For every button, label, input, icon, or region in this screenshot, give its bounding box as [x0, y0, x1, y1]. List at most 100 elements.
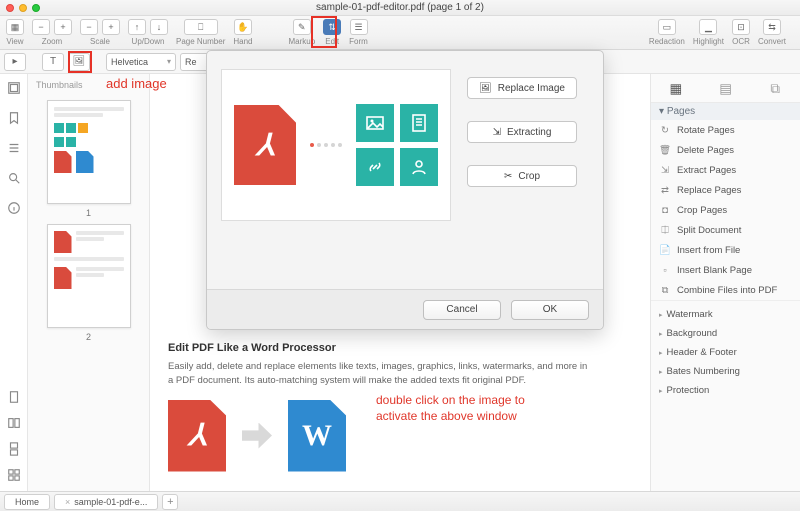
tool-zoom[interactable]: −+ Zoom: [32, 18, 72, 46]
crop-icon: ◘: [659, 204, 671, 216]
bookmarks-icon[interactable]: [6, 110, 22, 126]
tool-highlight[interactable]: ▁ Highlight: [693, 18, 724, 46]
cancel-button[interactable]: Cancel: [423, 300, 501, 320]
view-icon[interactable]: ▦: [6, 19, 24, 35]
hand-icon[interactable]: ✋: [234, 19, 252, 35]
preview-target-grid: [356, 104, 438, 186]
add-image-icon[interactable]: 🖼: [68, 53, 90, 71]
rp-rotate-pages[interactable]: ↻Rotate Pages: [651, 120, 800, 140]
search-icon[interactable]: [6, 170, 22, 186]
highlight-icon[interactable]: ▁: [699, 19, 717, 35]
rp-extract-pages[interactable]: ⇲Extract Pages: [651, 160, 800, 180]
zoom-in-icon[interactable]: +: [54, 19, 72, 35]
markup-icon[interactable]: ✎: [293, 19, 311, 35]
rp-header-footer[interactable]: Header & Footer: [651, 343, 800, 362]
scale-up-icon[interactable]: +: [102, 19, 120, 35]
rp-extras-list: Watermark Background Header & Footer Bat…: [651, 300, 800, 404]
outline-icon[interactable]: [6, 140, 22, 156]
maximize-window-icon[interactable]: [32, 4, 40, 12]
tool-updown[interactable]: ↑↓ Up/Down: [128, 18, 168, 46]
rp-watermark[interactable]: Watermark: [651, 305, 800, 324]
font-name: Helvetica: [111, 57, 148, 67]
add-tab-button[interactable]: +: [162, 494, 178, 510]
pdf-icon[interactable]: ⅄: [168, 400, 226, 472]
rp-delete-pages[interactable]: 🗑Delete Pages: [651, 140, 800, 160]
combine-icon: ⧉: [659, 284, 671, 296]
page-up-icon[interactable]: ↑: [128, 19, 146, 35]
contact-icon: [400, 148, 438, 186]
text-file-icon: [400, 104, 438, 142]
main-toolbar: ▦ View −+ Zoom −+ Scale ↑↓ Up/Down ⎕ Pag…: [0, 16, 800, 50]
tool-ocr[interactable]: ⊡ OCR: [732, 18, 750, 46]
traffic-lights: [6, 4, 40, 12]
rp-protection[interactable]: Protection: [651, 381, 800, 400]
rp-replace-pages[interactable]: ⇄Replace Pages: [651, 180, 800, 200]
tool-form[interactable]: ☰ Form: [349, 18, 368, 46]
convert-icon[interactable]: ⇆: [763, 19, 781, 35]
single-page-icon[interactable]: [6, 389, 22, 405]
rp-tab-pages-icon[interactable]: ▦: [666, 80, 686, 98]
progress-dots-icon: [310, 143, 342, 147]
grid-view-icon[interactable]: [6, 467, 22, 483]
tool-view[interactable]: ▦ View: [6, 18, 24, 46]
tool-markup[interactable]: ✎ Markup: [288, 18, 315, 46]
rp-background[interactable]: Background: [651, 324, 800, 343]
text-edit-icon[interactable]: T: [42, 53, 64, 71]
right-panel-tabs: ▦ ▤ ⧉: [651, 74, 800, 103]
split-icon: ⎅: [659, 224, 671, 236]
rp-split-document[interactable]: ⎅Split Document: [651, 220, 800, 240]
continuous-icon[interactable]: [6, 441, 22, 457]
ok-button[interactable]: OK: [511, 300, 589, 320]
thumbnails-panel: Thumbnails 1 2: [28, 74, 150, 491]
annotation-dblclick-l1: double click on the image to: [376, 392, 525, 409]
crop-button[interactable]: ✂Crop: [467, 165, 577, 187]
tab-home[interactable]: Home: [4, 494, 50, 510]
window-title: sample-01-pdf-editor.pdf (page 1 of 2): [316, 2, 484, 13]
rp-insert-from-file[interactable]: 📄Insert from File: [651, 240, 800, 260]
tool-page-number[interactable]: ⎕ Page Number: [176, 18, 225, 46]
tool-convert[interactable]: ⇆ Convert: [758, 18, 786, 46]
rp-insert-blank-page[interactable]: ▫Insert Blank Page: [651, 260, 800, 280]
close-tab-icon[interactable]: ×: [65, 497, 70, 507]
page-number-icon[interactable]: ⎕: [184, 19, 218, 35]
left-icon-strip: [0, 74, 28, 491]
rp-crop-pages[interactable]: ◘Crop Pages: [651, 200, 800, 220]
font-select[interactable]: Helvetica ▾: [106, 53, 176, 71]
arrow-icon: [242, 423, 272, 449]
rotate-icon: ↻: [659, 124, 671, 136]
replace-icon: ⇄: [659, 184, 671, 196]
scale-down-icon[interactable]: −: [80, 19, 98, 35]
rp-tab-security-icon[interactable]: ▤: [715, 80, 735, 98]
dialog-preview: ⅄: [221, 69, 451, 221]
thumbnails-icon[interactable]: [6, 80, 22, 96]
two-page-icon[interactable]: [6, 415, 22, 431]
doc-heading: Edit PDF Like a Word Processor: [168, 342, 638, 354]
edit-icon[interactable]: ⇅: [323, 19, 341, 35]
rp-bates-numbering[interactable]: Bates Numbering: [651, 362, 800, 381]
info-icon[interactable]: [6, 200, 22, 216]
close-window-icon[interactable]: [6, 4, 14, 12]
panel-toggle-icon[interactable]: ▸: [4, 53, 26, 71]
rp-combine-files[interactable]: ⧉Combine Files into PDF: [651, 280, 800, 300]
tab-document[interactable]: ×sample-01-pdf-e...: [54, 494, 158, 510]
thumbnail-1[interactable]: 1: [47, 100, 131, 218]
link-icon: [356, 148, 394, 186]
redaction-icon[interactable]: ▭: [658, 19, 676, 35]
thumbnail-2[interactable]: 2: [47, 224, 131, 342]
page-down-icon[interactable]: ↓: [150, 19, 168, 35]
extracting-button[interactable]: ⇲Extracting: [467, 121, 577, 143]
titlebar: sample-01-pdf-editor.pdf (page 1 of 2): [0, 0, 800, 16]
ocr-icon[interactable]: ⊡: [732, 19, 750, 35]
rp-tab-compare-icon[interactable]: ⧉: [765, 80, 785, 98]
replace-image-icon: 🖼: [479, 83, 492, 94]
replace-image-button[interactable]: 🖼Replace Image: [467, 77, 577, 99]
tool-edit[interactable]: ⇅ Edit: [323, 18, 341, 46]
tool-hand[interactable]: ✋ Hand: [233, 18, 252, 46]
form-icon[interactable]: ☰: [350, 19, 368, 35]
word-icon[interactable]: W: [288, 400, 346, 472]
minimize-window-icon[interactable]: [19, 4, 27, 12]
tool-scale[interactable]: −+ Scale: [80, 18, 120, 46]
tool-redaction[interactable]: ▭ Redaction: [649, 18, 685, 46]
image-file-icon: [356, 104, 394, 142]
zoom-out-icon[interactable]: −: [32, 19, 50, 35]
